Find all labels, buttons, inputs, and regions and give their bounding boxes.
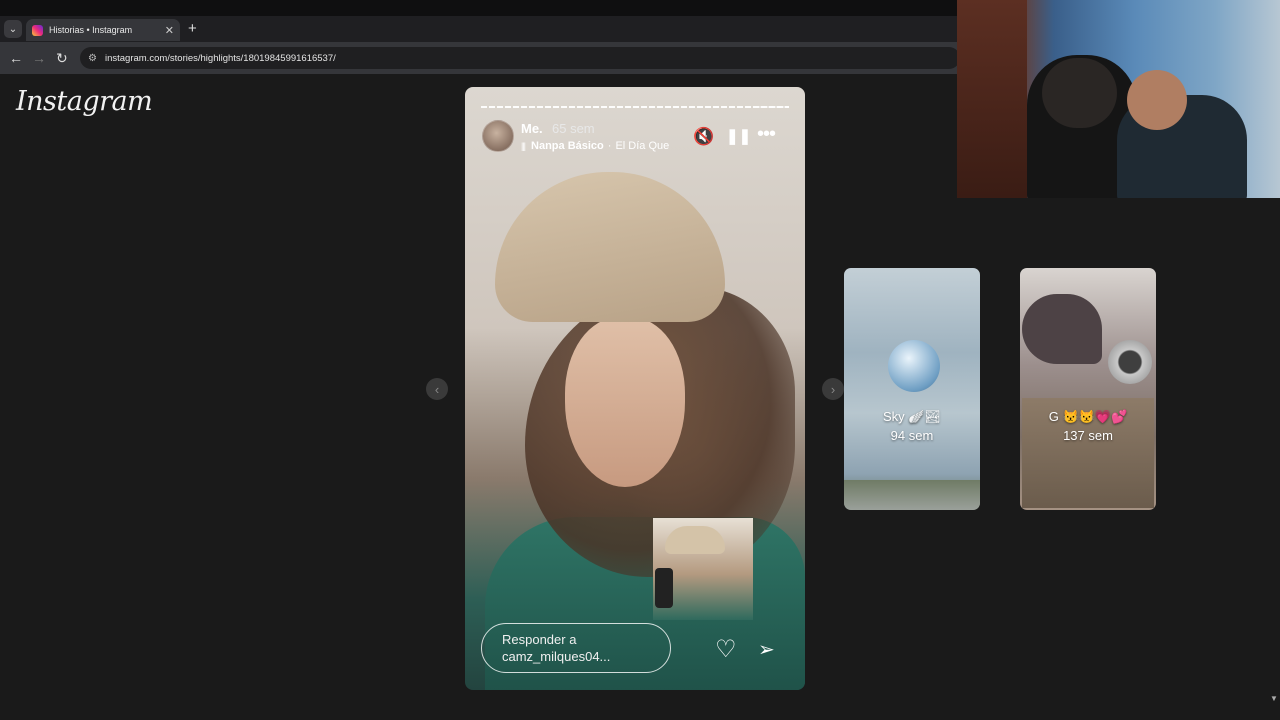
browser-tab-active[interactable]: Historias • Instagram ✕ — [26, 19, 180, 41]
heart-photo — [1022, 294, 1102, 364]
reply-input[interactable]: Responder a camz_milques04... — [481, 623, 671, 673]
mute-icon[interactable]: 🔇 — [693, 127, 714, 147]
highlight-card-g[interactable]: G 😾😾💗💕 137 sem — [1020, 268, 1156, 510]
music-info[interactable]: ||| Nanpa Básico · El Día Que — [521, 140, 669, 152]
reload-button[interactable]: ↻ — [56, 49, 68, 67]
site-info-icon[interactable]: ⚙ — [88, 53, 97, 64]
music-bars-icon: ||| — [521, 141, 526, 151]
instagram-favicon-icon — [32, 24, 43, 36]
tab-list-button[interactable]: ⌄ — [4, 20, 22, 38]
story-progress-bar — [481, 106, 789, 108]
forward-button[interactable]: → — [32, 49, 46, 67]
song-artist: El Día Que — [615, 140, 670, 152]
instagram-logo[interactable]: Instagram — [16, 86, 153, 117]
story-photo-cap — [495, 172, 725, 322]
circle-photo — [1108, 340, 1152, 384]
new-tab-button[interactable]: + — [188, 20, 197, 38]
url-text[interactable]: instagram.com/stories/highlights/1801984… — [105, 53, 336, 64]
story-sticker-photo — [653, 518, 753, 620]
highlight-title: G 😾😾💗💕 — [1048, 409, 1128, 424]
more-options-icon[interactable]: ••• — [757, 123, 776, 146]
back-button[interactable]: ← — [9, 49, 23, 67]
tab-title: Historias • Instagram — [49, 25, 133, 35]
story-viewer[interactable]: Me. 65 sem ||| Nanpa Básico · El Día Que… — [465, 87, 805, 690]
highlight-time: 137 sem — [1063, 428, 1113, 443]
tab-close-icon[interactable]: ✕ — [165, 24, 174, 37]
reply-placeholder-line2: camz_milques04... — [502, 649, 611, 664]
reply-placeholder-line1: Responder a — [502, 632, 577, 647]
music-separator: · — [607, 140, 612, 152]
story-timestamp: 65 sem — [552, 121, 595, 136]
story-username[interactable]: Me. — [521, 121, 543, 136]
webcam-overlay — [957, 0, 1280, 198]
pause-icon[interactable]: ❚❚ — [726, 127, 751, 145]
story-photo-face — [565, 317, 685, 487]
share-icon[interactable]: ➢ — [758, 637, 775, 662]
highlight-time: 94 sem — [890, 428, 934, 443]
highlight-cover-sky — [888, 340, 940, 392]
address-bar[interactable]: ⚙ instagram.com/stories/highlights/18019… — [80, 47, 960, 69]
previous-story-button[interactable]: ‹ — [426, 378, 448, 400]
scroll-down-icon[interactable]: ▼ — [1270, 694, 1278, 703]
highlight-title: Sky 🪽🏞 — [883, 409, 941, 424]
next-story-button[interactable]: › — [822, 378, 844, 400]
avatar[interactable] — [482, 120, 514, 152]
highlight-card-sky[interactable]: Sky 🪽🏞 94 sem — [844, 268, 980, 510]
song-title: Nanpa Básico — [531, 140, 604, 152]
like-icon[interactable]: ♡ — [715, 635, 737, 664]
